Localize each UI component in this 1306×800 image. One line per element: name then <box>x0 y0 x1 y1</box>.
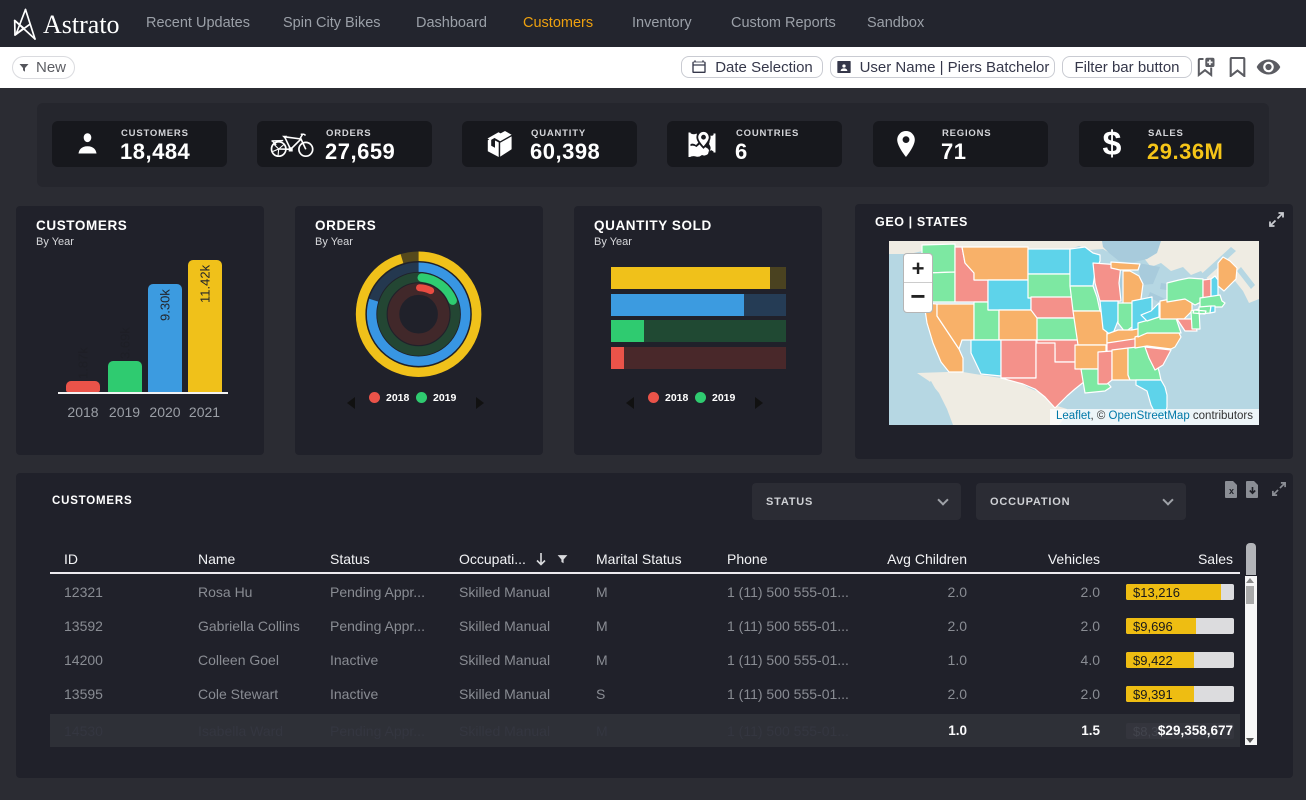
svg-text:x: x <box>1229 486 1234 496</box>
